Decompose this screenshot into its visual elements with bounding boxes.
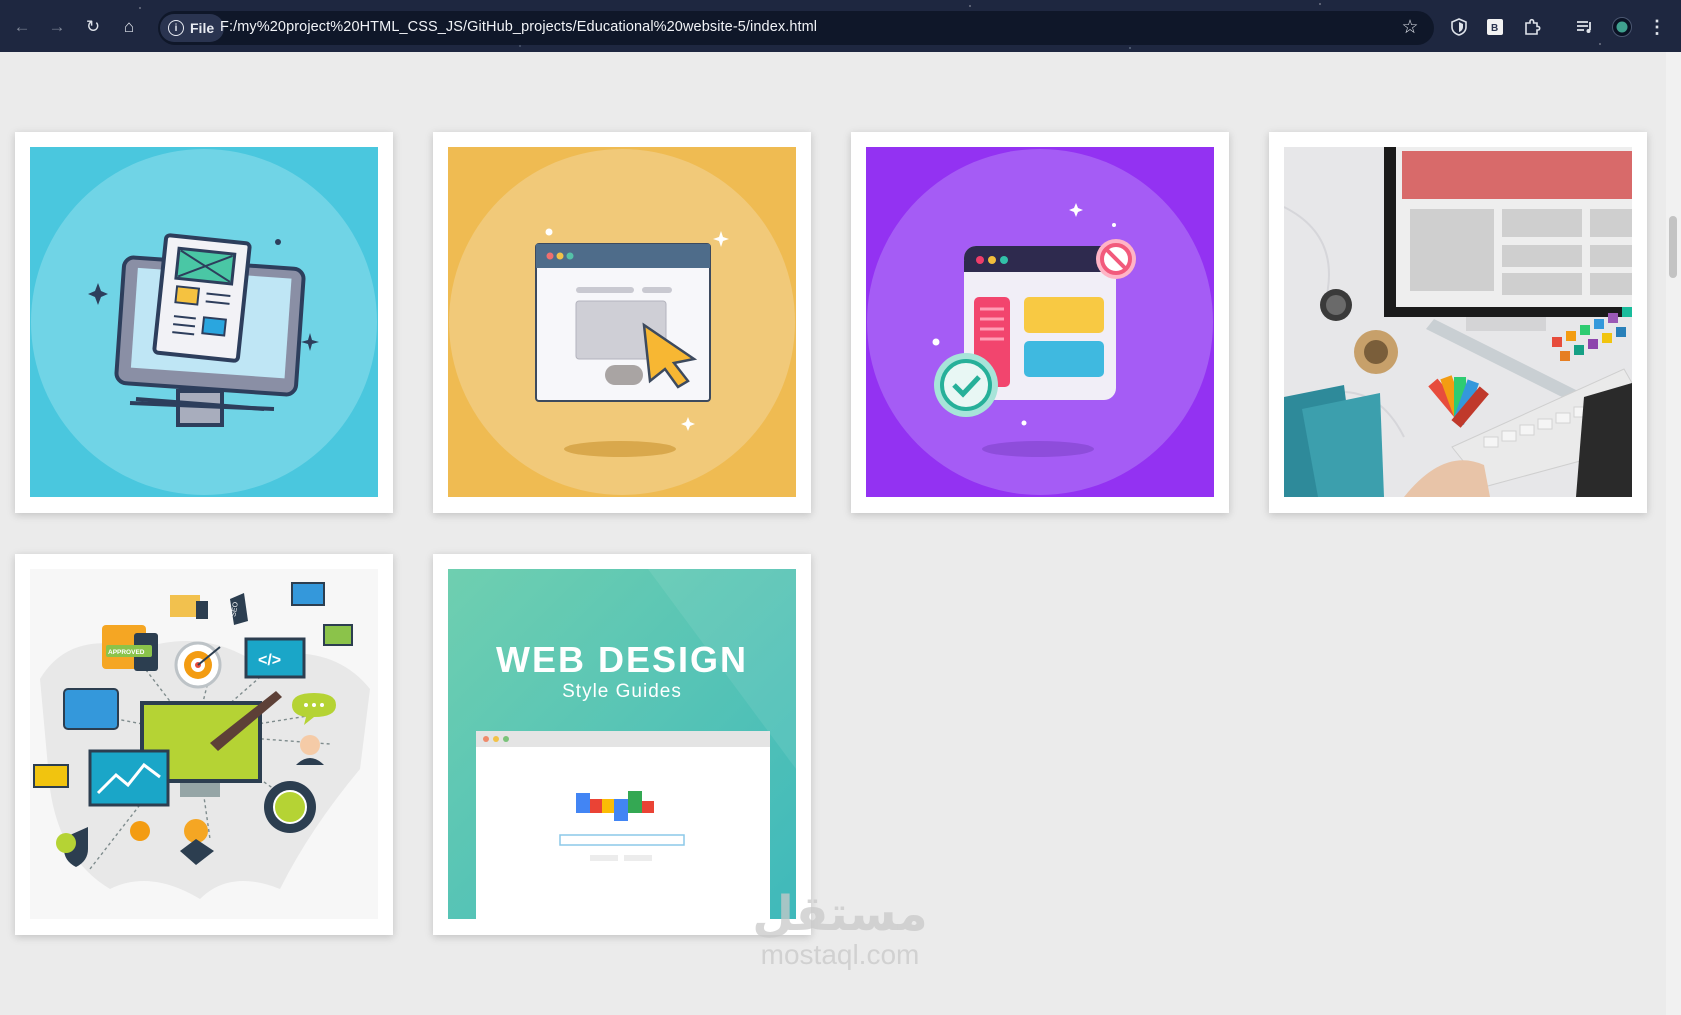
- forward-arrow-icon[interactable]: →: [44, 14, 70, 40]
- gallery-card-desk-photo[interactable]: [1269, 132, 1647, 513]
- page-scrollbar[interactable]: [1666, 52, 1681, 1015]
- code-symbol-text: </>: [258, 652, 281, 669]
- kebab-menu-icon[interactable]: ⋮: [1645, 15, 1669, 39]
- shield-icon[interactable]: [1447, 15, 1471, 39]
- gallery-card-monitor[interactable]: [15, 132, 393, 513]
- poster-subtitle: Style Guides: [562, 681, 682, 702]
- gallery-card-cursor[interactable]: [433, 132, 811, 513]
- playlist-icon[interactable]: [1573, 15, 1597, 39]
- designer-desk-photo: [1284, 147, 1632, 497]
- info-icon: i: [168, 20, 184, 36]
- puzzle-icon[interactable]: [1520, 15, 1544, 39]
- browser-toolbar: ← → ↻ ⌂ i File F:/my%20project%20HTML_CS…: [0, 0, 1681, 52]
- approved-badge-text: APPROVED: [108, 649, 145, 656]
- site-chip-label: File: [190, 20, 215, 36]
- b-extension-icon[interactable]: B: [1483, 15, 1507, 39]
- reload-icon[interactable]: ↻: [80, 14, 106, 40]
- svg-text:B: B: [1491, 23, 1498, 34]
- web-design-poster: WEB DESIGN Style Guides: [448, 569, 796, 919]
- gallery-card-marketing-network[interactable]: APPROVED SEO </>: [15, 554, 393, 935]
- watermark-latin: mostaql.com: [760, 939, 920, 970]
- mostaql-watermark: مستقل mostaql.com: [735, 888, 945, 970]
- home-icon[interactable]: ⌂: [116, 14, 142, 40]
- poster-title: WEB DESIGN: [496, 639, 748, 680]
- site-info-chip[interactable]: i File: [160, 14, 225, 42]
- monitor-wireframe-illustration: [30, 147, 378, 497]
- url-text[interactable]: F:/my%20project%20HTML_CSS_JS/GitHub_pro…: [220, 19, 817, 35]
- gallery-card-web-design-poster[interactable]: WEB DESIGN Style Guides: [433, 554, 811, 935]
- star-icon[interactable]: ☆: [1398, 15, 1422, 39]
- browser-cursor-illustration: [448, 147, 796, 497]
- gallery-card-browser-badges[interactable]: [851, 132, 1229, 513]
- browser-badges-illustration: [866, 147, 1214, 497]
- scrollbar-thumb[interactable]: [1669, 216, 1677, 278]
- marketing-network-illustration: APPROVED SEO </>: [30, 569, 378, 919]
- back-arrow-icon[interactable]: ←: [9, 14, 35, 40]
- profile-icon[interactable]: [1610, 15, 1634, 39]
- watermark-arabic: مستقل: [752, 886, 928, 942]
